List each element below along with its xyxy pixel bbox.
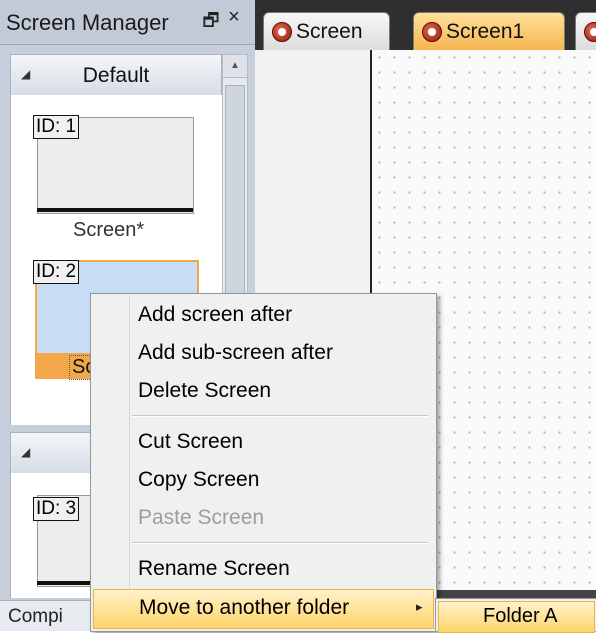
menu-item-add-screen-after[interactable]: Add screen after — [93, 297, 432, 335]
folder-submenu: Folder A — [435, 598, 596, 633]
menu-item-cut-screen[interactable]: Cut Screen — [93, 424, 432, 462]
screen-id-badge: ID: 2 — [33, 260, 80, 284]
menu-item-copy-screen[interactable]: Copy Screen — [93, 462, 432, 500]
screen-id-badge: ID: 3 — [33, 497, 80, 521]
menu-item-move-to-folder[interactable]: Move to another folder ▸ — [93, 589, 434, 629]
submenu-item-folder-a[interactable]: Folder A — [438, 601, 595, 633]
menu-item-add-sub-screen-after[interactable]: Add sub-screen after — [93, 335, 432, 373]
menu-item-label: Add sub-screen after — [138, 341, 333, 364]
menu-item-label: Paste Screen — [138, 506, 265, 529]
tab-partial[interactable] — [575, 12, 596, 51]
submenu-item-label: Folder A — [483, 605, 558, 627]
menu-item-label: Delete Screen — [138, 379, 272, 402]
close-icon[interactable]: × — [225, 6, 243, 30]
screen-app-icon — [272, 22, 292, 42]
menu-item-label: Cut Screen — [138, 430, 244, 453]
panel-title: Screen Manager — [6, 10, 169, 35]
screen-app-icon — [584, 22, 596, 42]
screen-caption[interactable]: Screen* — [73, 219, 144, 242]
thumbnail-baseline — [37, 208, 193, 212]
menu-separator — [132, 415, 428, 417]
menu-item-label: Add screen after — [138, 303, 293, 326]
collapse-arrow-icon[interactable]: ◢ — [21, 445, 30, 459]
tab-screen1[interactable]: Screen1 — [413, 12, 565, 51]
tab-label: Screen — [296, 20, 363, 43]
menu-item-rename-screen[interactable]: Rename Screen — [93, 551, 432, 589]
screen-id-badge: ID: 1 — [33, 115, 80, 139]
scroll-up-icon[interactable]: ▲ — [223, 55, 247, 78]
group-label: Default — [82, 64, 150, 87]
menu-separator — [132, 542, 428, 544]
group-header-default[interactable]: ◢ Default — [10, 54, 222, 96]
document-tabstrip: Screen Screen1 — [255, 0, 596, 51]
compile-tab[interactable]: Compi — [0, 600, 100, 631]
menu-item-delete-screen[interactable]: Delete Screen — [93, 373, 432, 411]
scrollbar-thumb[interactable] — [225, 85, 245, 317]
tab-label: Screen1 — [446, 20, 525, 43]
screen-app-icon — [422, 22, 442, 42]
menu-item-paste-screen: Paste Screen — [93, 500, 432, 538]
float-window-icon[interactable]: 🗗 — [202, 8, 220, 30]
menu-item-label: Move to another folder — [139, 596, 350, 619]
submenu-arrow-icon: ▸ — [416, 599, 423, 614]
compile-tab-label: Compi — [8, 606, 63, 627]
tab-screen[interactable]: Screen — [263, 12, 390, 51]
context-menu: Add screen after Add sub-screen after De… — [90, 293, 437, 632]
menu-item-label: Copy Screen — [138, 468, 260, 491]
screen-manager-header: Screen Manager 🗗 × — [0, 0, 255, 45]
menu-item-label: Rename Screen — [138, 557, 290, 580]
